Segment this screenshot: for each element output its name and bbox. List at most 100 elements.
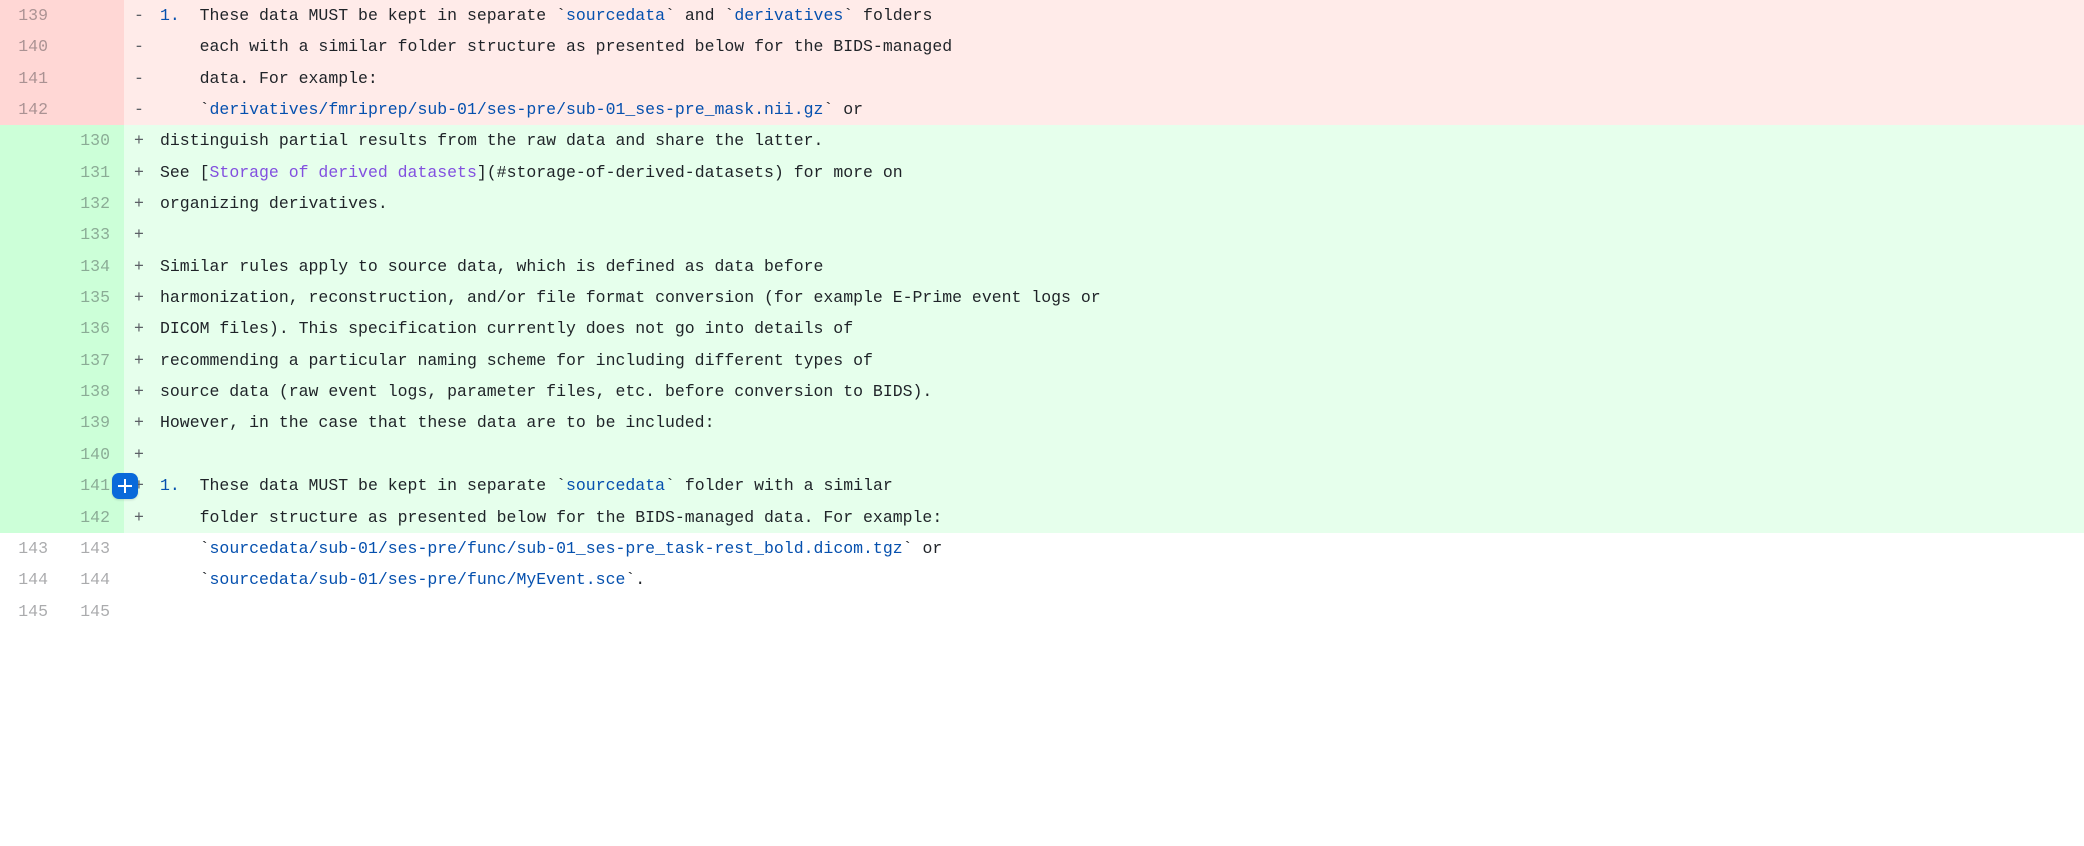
line-number-new[interactable] bbox=[62, 94, 124, 125]
line-number-old[interactable] bbox=[0, 439, 62, 470]
token-code: sourcedata/sub-01/ses-pre/func/sub-01_se… bbox=[210, 539, 903, 558]
diff-row: 144144 `sourcedata/sub-01/ses-pre/func/M… bbox=[0, 564, 2084, 595]
token-listnum: 1. bbox=[160, 6, 180, 25]
diff-code[interactable]: each with a similar folder structure as … bbox=[154, 31, 2084, 62]
diff-marker: + bbox=[124, 407, 154, 438]
diff-code[interactable]: DICOM files). This specification current… bbox=[154, 313, 2084, 344]
diff-marker: + bbox=[124, 439, 154, 470]
diff-code[interactable]: See [Storage of derived datasets](#stora… bbox=[154, 157, 2084, 188]
diff-code[interactable]: recommending a particular naming scheme … bbox=[154, 345, 2084, 376]
token-text: ](#storage-of-derived-datasets) for more… bbox=[477, 163, 903, 182]
line-number-old[interactable] bbox=[0, 282, 62, 313]
diff-row: 136+DICOM files). This specification cur… bbox=[0, 313, 2084, 344]
diff-code[interactable]: folder structure as presented below for … bbox=[154, 502, 2084, 533]
token-text: ` folders bbox=[843, 6, 932, 25]
token-text: See [ bbox=[160, 163, 210, 182]
diff-code[interactable]: `sourcedata/sub-01/ses-pre/func/sub-01_s… bbox=[154, 533, 2084, 564]
diff-marker: - bbox=[124, 31, 154, 62]
diff-row: 141+1. These data MUST be kept in separa… bbox=[0, 470, 2084, 501]
line-number-new[interactable]: 136 bbox=[62, 313, 124, 344]
line-number-new[interactable]: 137 bbox=[62, 345, 124, 376]
line-number-old[interactable]: 140 bbox=[0, 31, 62, 62]
token-text: each with a similar folder structure as … bbox=[160, 37, 952, 56]
token-text: ` bbox=[160, 539, 210, 558]
diff-row: 135+harmonization, reconstruction, and/o… bbox=[0, 282, 2084, 313]
line-number-old[interactable]: 143 bbox=[0, 533, 62, 564]
diff-code[interactable] bbox=[154, 596, 2084, 627]
diff-row: 137+recommending a particular naming sch… bbox=[0, 345, 2084, 376]
plus-icon bbox=[118, 479, 132, 493]
line-number-old[interactable] bbox=[0, 219, 62, 250]
diff-code[interactable]: 1. These data MUST be kept in separate `… bbox=[154, 470, 2084, 501]
diff-code[interactable]: 1. These data MUST be kept in separate `… bbox=[154, 0, 2084, 31]
token-text: ` or bbox=[823, 100, 863, 119]
line-number-old[interactable] bbox=[0, 313, 62, 344]
line-number-old[interactable] bbox=[0, 407, 62, 438]
line-number-new[interactable]: 140 bbox=[62, 439, 124, 470]
diff-marker: - bbox=[124, 94, 154, 125]
token-text: ` folder with a similar bbox=[665, 476, 893, 495]
line-number-old[interactable]: 141 bbox=[0, 63, 62, 94]
line-number-new[interactable] bbox=[62, 63, 124, 94]
line-number-new[interactable]: 139 bbox=[62, 407, 124, 438]
diff-row: 133+ bbox=[0, 219, 2084, 250]
line-number-new[interactable]: 132 bbox=[62, 188, 124, 219]
diff-row: 143143 `sourcedata/sub-01/ses-pre/func/s… bbox=[0, 533, 2084, 564]
line-number-new[interactable]: 135 bbox=[62, 282, 124, 313]
line-number-old[interactable] bbox=[0, 157, 62, 188]
diff-row: 131+See [Storage of derived datasets](#s… bbox=[0, 157, 2084, 188]
line-number-old[interactable]: 142 bbox=[0, 94, 62, 125]
line-number-new[interactable]: 142 bbox=[62, 502, 124, 533]
token-text: However, in the case that these data are… bbox=[160, 413, 715, 432]
diff-row: 138+source data (raw event logs, paramet… bbox=[0, 376, 2084, 407]
line-number-old[interactable] bbox=[0, 470, 62, 501]
diff-row: 142+ folder structure as presented below… bbox=[0, 502, 2084, 533]
line-number-new[interactable]: 138 bbox=[62, 376, 124, 407]
diff-code[interactable]: Similar rules apply to source data, whic… bbox=[154, 251, 2084, 282]
line-number-new[interactable] bbox=[62, 0, 124, 31]
diff-code[interactable]: However, in the case that these data are… bbox=[154, 407, 2084, 438]
line-number-new[interactable]: 131 bbox=[62, 157, 124, 188]
line-number-old[interactable]: 139 bbox=[0, 0, 62, 31]
diff-row: 142 - `derivatives/fmriprep/sub-01/ses-pr… bbox=[0, 94, 2084, 125]
line-number-old[interactable] bbox=[0, 345, 62, 376]
diff-marker: + bbox=[124, 125, 154, 156]
line-number-new[interactable]: 145 bbox=[62, 596, 124, 627]
diff-code[interactable]: source data (raw event logs, parameter f… bbox=[154, 376, 2084, 407]
token-text: DICOM files). This specification current… bbox=[160, 319, 853, 338]
diff-marker: + bbox=[124, 219, 154, 250]
line-number-old[interactable] bbox=[0, 502, 62, 533]
diff-code[interactable] bbox=[154, 439, 2084, 470]
line-number-new[interactable]: 130 bbox=[62, 125, 124, 156]
diff-code[interactable]: data. For example: bbox=[154, 63, 2084, 94]
line-number-new[interactable]: 144 bbox=[62, 564, 124, 595]
line-number-old[interactable] bbox=[0, 188, 62, 219]
diff-code[interactable]: `derivatives/fmriprep/sub-01/ses-pre/sub… bbox=[154, 94, 2084, 125]
diff-code[interactable] bbox=[154, 219, 2084, 250]
line-number-old[interactable]: 145 bbox=[0, 596, 62, 627]
diff-marker: + bbox=[124, 188, 154, 219]
diff-code[interactable]: `sourcedata/sub-01/ses-pre/func/MyEvent.… bbox=[154, 564, 2084, 595]
diff-marker: - bbox=[124, 0, 154, 31]
diff-marker bbox=[124, 533, 154, 564]
line-number-new[interactable]: 133 bbox=[62, 219, 124, 250]
line-number-old[interactable]: 144 bbox=[0, 564, 62, 595]
diff-code[interactable]: harmonization, reconstruction, and/or fi… bbox=[154, 282, 2084, 313]
token-text: ` and ` bbox=[665, 6, 734, 25]
line-number-new[interactable]: 141 bbox=[62, 470, 124, 501]
diff-marker: + bbox=[124, 157, 154, 188]
line-number-old[interactable] bbox=[0, 376, 62, 407]
diff-row: 140+ bbox=[0, 439, 2084, 470]
diff-code[interactable]: distinguish partial results from the raw… bbox=[154, 125, 2084, 156]
diff-code[interactable]: organizing derivatives. bbox=[154, 188, 2084, 219]
token-linktxt: Storage of derived datasets bbox=[210, 163, 477, 182]
add-comment-button[interactable] bbox=[112, 473, 138, 499]
token-text: Similar rules apply to source data, whic… bbox=[160, 257, 823, 276]
diff-row: 140 - each with a similar folder structur… bbox=[0, 31, 2084, 62]
line-number-old[interactable] bbox=[0, 125, 62, 156]
line-number-new[interactable]: 143 bbox=[62, 533, 124, 564]
line-number-old[interactable] bbox=[0, 251, 62, 282]
diff-marker: + bbox=[124, 345, 154, 376]
line-number-new[interactable] bbox=[62, 31, 124, 62]
line-number-new[interactable]: 134 bbox=[62, 251, 124, 282]
